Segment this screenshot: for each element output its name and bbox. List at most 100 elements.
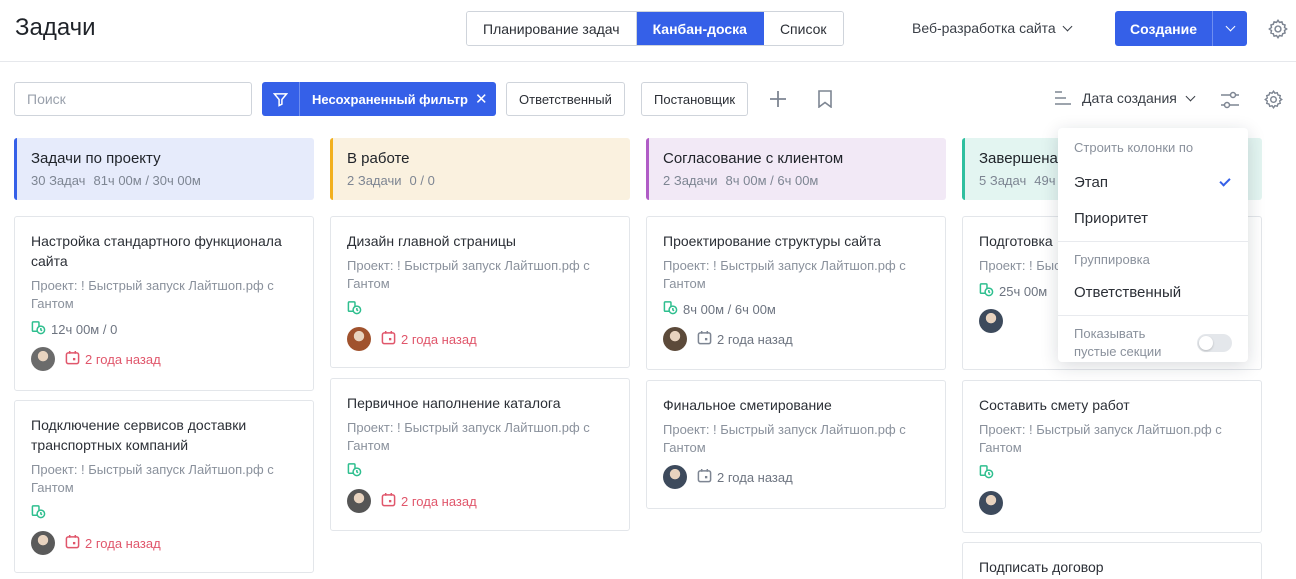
active-filter-chip[interactable]: Несохраненный фильтр ✕: [262, 82, 496, 116]
avatar[interactable]: [979, 309, 1003, 333]
task-footer: 2 года назад: [663, 465, 929, 489]
task-due: 2 года назад: [65, 350, 161, 368]
task-card[interactable]: Настройка стандартного функционала сайта…: [14, 216, 314, 391]
avatar[interactable]: [31, 347, 55, 371]
chevron-down-icon: [1225, 21, 1235, 32]
due-value: 2 года назад: [401, 493, 477, 509]
task-footer: 2 года назад: [663, 327, 929, 351]
show-empty-toggle[interactable]: [1197, 334, 1232, 352]
column-header-project-tasks: Задачи по проекту 30 Задач 81ч 00м / 30ч …: [14, 138, 314, 200]
page-title: Задачи: [15, 14, 96, 41]
estimate-icon: [979, 282, 994, 300]
task-project: Проект: ! Быстрый запуск Лайтшоп.рф с Га…: [979, 422, 1222, 455]
task-footer: 2 года назад: [347, 489, 613, 513]
estimate-icon: [979, 464, 994, 482]
calendar-icon: [697, 330, 712, 348]
column-title: В работе: [347, 150, 410, 167]
option-priority[interactable]: Приоритет: [1058, 200, 1248, 236]
plus-icon[interactable]: [769, 90, 787, 108]
bookmark-icon[interactable]: [817, 90, 833, 108]
due-value: 2 года назад: [401, 331, 477, 347]
column-count: 2 Задачи: [663, 173, 718, 188]
calendar-icon: [381, 330, 396, 348]
task-project: Проект: ! Быстрый запуск Лайтшоп.рф с Га…: [347, 258, 590, 291]
estimate-icon: [347, 462, 362, 480]
gear-icon[interactable]: [1267, 18, 1289, 40]
option-group-assignee[interactable]: Ответственный: [1058, 274, 1248, 310]
check-icon: [1219, 174, 1231, 187]
option-label: Этап: [1074, 173, 1108, 191]
avatar[interactable]: [347, 489, 371, 513]
task-project: Проект: ! Быстрый запуск Лайтшоп.рф с Га…: [663, 422, 906, 455]
create-button[interactable]: Создание: [1115, 11, 1212, 46]
calendar-icon: [65, 534, 80, 552]
task-card[interactable]: Первичное наполнение каталога Проект: ! …: [330, 378, 630, 531]
project-select[interactable]: Веб-разработка сайта: [912, 20, 1073, 36]
task-due: 2 года назад: [697, 330, 793, 348]
divider: [1058, 315, 1248, 316]
estimate-icon: [347, 300, 362, 318]
filter-label: Несохраненный фильтр: [312, 91, 468, 107]
task-estimate: 12ч 00м / 0: [31, 319, 297, 339]
column-time: 81ч 00м / 30ч 00м: [93, 173, 201, 188]
tab-planning[interactable]: Планирование задач: [467, 12, 637, 45]
avatar[interactable]: [31, 531, 55, 555]
close-icon[interactable]: ✕: [475, 90, 488, 108]
option-stage[interactable]: Этап: [1058, 164, 1248, 200]
tab-kanban[interactable]: Канбан-доска: [636, 12, 764, 45]
dropdown-section-label: Строить колонки по: [1074, 140, 1194, 155]
create-dropdown-button[interactable]: [1212, 11, 1247, 46]
avatar[interactable]: [979, 491, 1003, 515]
assignee-filter-button[interactable]: Ответственный: [506, 82, 625, 116]
task-card[interactable]: Подключение сервисов доставки транспортн…: [14, 400, 314, 573]
task-title: Подключение сервисов доставки транспортн…: [31, 417, 247, 453]
task-due: 2 года назад: [381, 492, 477, 510]
sort-select[interactable]: Дата создания: [1054, 90, 1196, 106]
calendar-icon: [381, 492, 396, 510]
sort-icon: [1055, 91, 1071, 105]
tab-list[interactable]: Список: [763, 12, 843, 45]
task-card[interactable]: Составить смету работ Проект: ! Быстрый …: [962, 380, 1262, 533]
column-header-client-approval: Согласование с клиентом 2 Задачи 8ч 00м /…: [646, 138, 946, 200]
task-title: Подписать договор: [979, 559, 1104, 575]
estimate-value: 25ч 00м: [999, 283, 1048, 299]
search-input[interactable]: [14, 82, 252, 116]
task-title: Составить смету работ: [979, 397, 1130, 413]
reporter-filter-button[interactable]: Постановщик: [641, 82, 749, 116]
calendar-icon: [65, 350, 80, 368]
gear-icon[interactable]: [1263, 89, 1284, 110]
avatar[interactable]: [663, 465, 687, 489]
kanban-settings-dropdown: Строить колонки по Этап Приоритет Группи…: [1058, 128, 1248, 362]
task-card[interactable]: Проектирование структуры сайта Проект: !…: [646, 216, 946, 370]
task-card[interactable]: Дизайн главной страницы Проект: ! Быстры…: [330, 216, 630, 368]
toggle-knob: [1199, 336, 1213, 350]
task-estimate: 8ч 00м / 6ч 00м: [663, 299, 929, 319]
task-due: 2 года назад: [381, 330, 477, 348]
due-value: 2 года назад: [85, 351, 161, 367]
page-header: Задачи Планирование задач Канбан-доска С…: [0, 0, 1296, 62]
show-empty-row: Показывать пустые секции: [1058, 325, 1248, 361]
column-meta: 2 Задачи 8ч 00м / 6ч 00м: [663, 173, 946, 188]
task-title: Дизайн главной страницы: [347, 233, 516, 249]
task-estimate: [31, 503, 297, 523]
column-title: Задачи по проекту: [31, 150, 161, 167]
task-title: Проектирование структуры сайта: [663, 233, 881, 249]
column-count: 2 Задачи: [347, 173, 402, 188]
task-card[interactable]: Финальное сметирование Проект: ! Быстрый…: [646, 380, 946, 509]
task-title: Настройка стандартного функционала сайта: [31, 233, 282, 269]
task-estimate: [347, 461, 613, 481]
column-meta: 30 Задач 81ч 00м / 30ч 00м: [31, 173, 314, 188]
task-card[interactable]: Подписать договор: [962, 542, 1262, 579]
sliders-icon[interactable]: [1220, 90, 1240, 110]
task-title: Первичное наполнение каталога: [347, 395, 561, 411]
column-meta: 2 Задачи 0 / 0: [347, 173, 630, 188]
task-footer: 2 года назад: [347, 327, 613, 351]
avatar[interactable]: [663, 327, 687, 351]
task-due: 2 года назад: [697, 468, 793, 486]
task-project: Проект: ! Быстрый запуск Лайтшоп.рф с Га…: [347, 420, 590, 453]
chevron-down-icon: [1062, 21, 1073, 31]
avatar[interactable]: [347, 327, 371, 351]
task-project: Проект: ! Быстрый запуск Лайтшоп.рф с Га…: [31, 278, 274, 311]
column-header-in-progress: В работе 2 Задачи 0 / 0: [330, 138, 630, 200]
task-footer: 2 года назад: [31, 347, 297, 371]
